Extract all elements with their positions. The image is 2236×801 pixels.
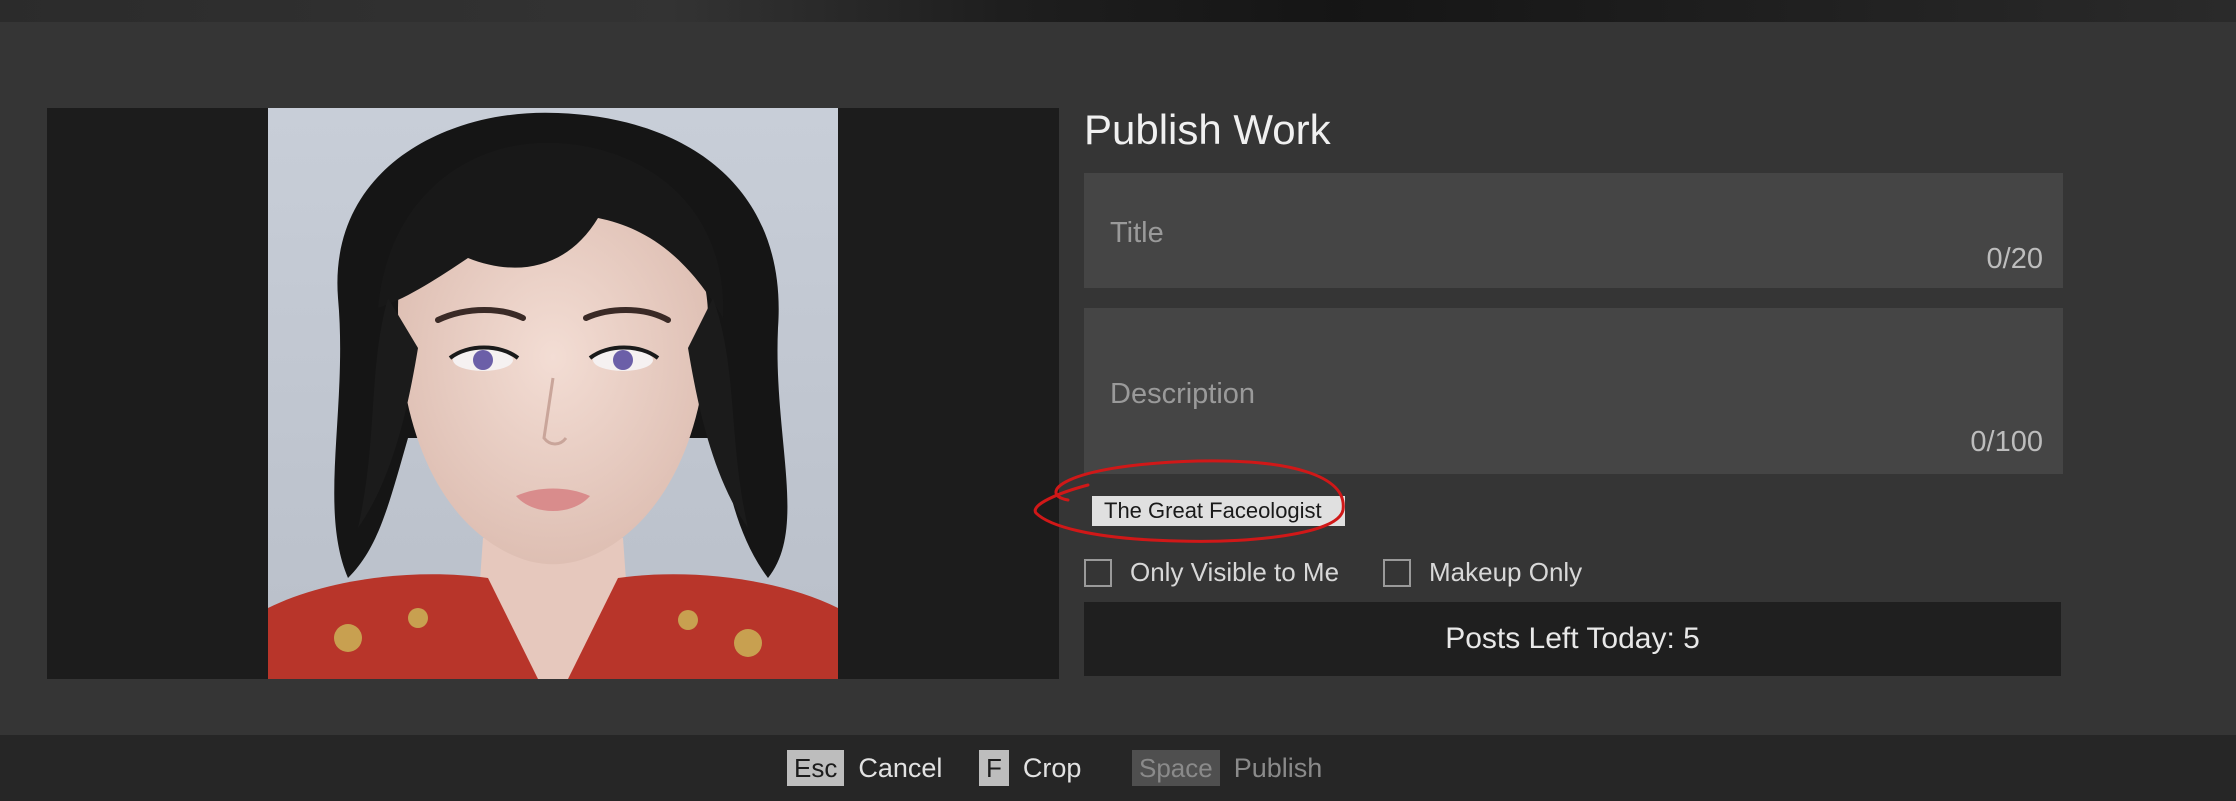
- description-field[interactable]: Description 0/100: [1084, 308, 2063, 474]
- cancel-label: Cancel: [858, 752, 943, 783]
- space-key: Space: [1132, 750, 1220, 786]
- only-visible-checkbox[interactable]: [1084, 558, 1112, 587]
- makeup-only-label: Makeup Only: [1429, 557, 1583, 587]
- description-char-counter: 0/100: [1970, 426, 2043, 458]
- crop-label: Crop: [1022, 752, 1082, 783]
- only-visible-label: Only Visible to Me: [1130, 557, 1340, 587]
- background-band: [0, 0, 2236, 22]
- footer-bar: [0, 735, 2236, 801]
- option-only-visible[interactable]: Only Visible to Me: [1084, 557, 1339, 588]
- f-key: F: [979, 750, 1009, 786]
- publish-hint[interactable]: Space Publish: [1132, 750, 1322, 786]
- makeup-only-checkbox[interactable]: [1383, 558, 1411, 587]
- title-char-counter: 0/20: [1986, 243, 2043, 275]
- posts-left-text: Posts Left Today: 5: [1445, 622, 1700, 655]
- title-field[interactable]: Title 0/20: [1084, 173, 2063, 288]
- dialog-title: Publish Work: [1084, 106, 1331, 153]
- cancel-hint[interactable]: Esc Cancel: [787, 750, 942, 786]
- posts-left-bar: Posts Left Today: 5: [1084, 602, 2061, 676]
- publish-label: Publish: [1233, 752, 1323, 783]
- option-makeup-only[interactable]: Makeup Only: [1383, 557, 1582, 588]
- crop-hint[interactable]: F Crop: [979, 750, 1081, 786]
- portrait-illustration: [268, 108, 838, 679]
- character-portrait: [268, 108, 838, 679]
- description-placeholder: Description: [1110, 378, 1256, 410]
- esc-key: Esc: [787, 750, 845, 786]
- title-placeholder: Title: [1110, 217, 1164, 249]
- tag-chip[interactable]: The Great Faceologist: [1092, 496, 1345, 526]
